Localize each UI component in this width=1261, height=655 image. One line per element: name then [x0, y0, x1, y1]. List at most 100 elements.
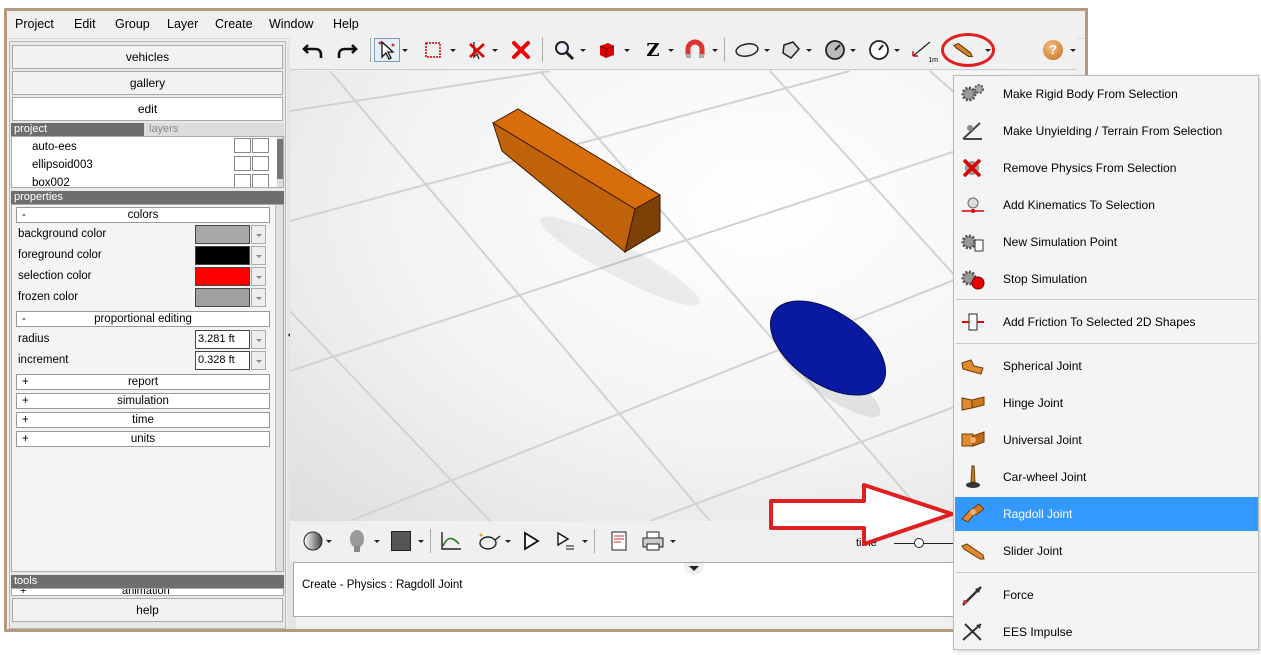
menu-project[interactable]: Project	[15, 17, 54, 31]
dropdown-button[interactable]	[251, 330, 266, 349]
chevron-down-icon[interactable]	[492, 49, 498, 52]
head-avatar-icon[interactable]	[344, 529, 370, 553]
scroll-thumb[interactable]	[277, 139, 283, 179]
rectangle-select-icon[interactable]	[420, 38, 446, 62]
colors-section-header[interactable]: colors -	[16, 207, 270, 223]
help-button[interactable]: help	[12, 598, 283, 622]
lock-checkbox[interactable]	[252, 138, 269, 153]
undo-icon[interactable]	[300, 38, 326, 62]
proportional-editing-header[interactable]: proportional editing -	[16, 311, 270, 327]
chevron-down-icon[interactable]	[582, 540, 588, 543]
color-square-icon[interactable]	[388, 529, 414, 553]
dropdown-button[interactable]	[251, 267, 266, 286]
redo-icon[interactable]	[334, 38, 360, 62]
chevron-down-icon[interactable]	[402, 49, 408, 52]
chevron-down-icon[interactable]	[668, 49, 674, 52]
menu-item-force[interactable]: Force	[955, 578, 1258, 612]
selection-color-swatch[interactable]	[195, 267, 250, 286]
menu-item-new-simulation-point[interactable]: New Simulation Point	[955, 225, 1258, 259]
chevron-down-icon[interactable]	[624, 49, 630, 52]
menu-item-ees-impulse[interactable]: EES Impulse	[955, 615, 1258, 649]
tab-edit[interactable]: edit	[12, 97, 283, 121]
tab-gallery[interactable]: gallery	[12, 71, 283, 95]
chevron-down-icon[interactable]	[418, 540, 424, 543]
units-section-header[interactable]: units +	[16, 431, 270, 447]
z-axis-button[interactable]: Z	[640, 38, 666, 62]
chevron-down-icon[interactable]	[670, 540, 676, 543]
lock-checkbox[interactable]	[252, 174, 269, 187]
foreground-color-swatch[interactable]	[195, 246, 250, 265]
menu-edit[interactable]: Edit	[74, 17, 96, 31]
dropdown-button[interactable]	[251, 225, 266, 244]
lock-checkbox[interactable]	[252, 156, 269, 171]
graph-icon[interactable]	[438, 529, 464, 553]
list-item[interactable]: box002	[32, 177, 70, 187]
visibility-checkbox[interactable]	[234, 156, 251, 171]
chevron-down-icon[interactable]	[326, 540, 332, 543]
menu-item-make-unyielding[interactable]: Make Unyielding / Terrain From Selection	[955, 114, 1258, 148]
document-icon[interactable]	[606, 529, 632, 553]
visibility-checkbox[interactable]	[234, 174, 251, 187]
help-icon[interactable]: ?	[1040, 38, 1066, 62]
teapot-icon[interactable]	[476, 529, 502, 553]
dropdown-button[interactable]	[251, 246, 266, 265]
menu-item-make-rigid-body[interactable]: Make Rigid Body From Selection	[955, 77, 1258, 111]
play-icon[interactable]	[518, 529, 544, 553]
menu-item-universal-joint[interactable]: Universal Joint	[955, 423, 1258, 457]
chevron-down-icon[interactable]	[580, 49, 586, 52]
polygon-icon[interactable]	[778, 38, 804, 62]
dial-icon[interactable]	[822, 38, 848, 62]
chevron-down-icon[interactable]	[1070, 49, 1076, 52]
ellipse-icon[interactable]	[734, 38, 760, 62]
menu-item-add-kinematics[interactable]: Add Kinematics To Selection	[955, 188, 1258, 222]
visibility-checkbox[interactable]	[234, 138, 251, 153]
chevron-down-icon[interactable]	[505, 540, 511, 543]
menu-item-remove-physics[interactable]: Remove Physics From Selection	[955, 151, 1258, 185]
menu-create[interactable]: Create	[215, 17, 253, 31]
menu-item-car-wheel-joint[interactable]: Car-wheel Joint	[955, 460, 1258, 494]
chevron-down-icon[interactable]	[450, 49, 456, 52]
chevron-down-icon[interactable]	[894, 49, 900, 52]
delete-icon[interactable]	[508, 38, 534, 62]
frozen-color-swatch[interactable]	[195, 288, 250, 307]
menu-item-spherical-joint[interactable]: Spherical Joint	[955, 349, 1258, 383]
list-item[interactable]: auto-ees	[32, 141, 77, 153]
zoom-icon[interactable]	[552, 38, 578, 62]
printer-icon[interactable]	[640, 529, 666, 553]
chevron-down-icon[interactable]	[684, 563, 704, 575]
chevron-down-icon[interactable]	[764, 49, 770, 52]
menu-window[interactable]: Window	[269, 17, 313, 31]
menu-item-slider-joint[interactable]: Slider Joint	[955, 534, 1258, 568]
layers-header[interactable]: layers	[144, 123, 284, 136]
chevron-down-icon[interactable]	[806, 49, 812, 52]
increment-input[interactable]: 0.328 ft	[195, 351, 250, 370]
background-color-swatch[interactable]	[195, 225, 250, 244]
radius-input[interactable]: 3.281 ft	[195, 330, 250, 349]
report-section-header[interactable]: report +	[16, 374, 270, 390]
dropdown-button[interactable]	[251, 351, 266, 370]
select-pointer-icon[interactable]	[374, 38, 400, 62]
menu-item-add-friction[interactable]: Add Friction To Selected 2D Shapes	[955, 305, 1258, 339]
chevron-down-icon[interactable]	[850, 49, 856, 52]
step-play-icon[interactable]	[552, 529, 578, 553]
menu-help[interactable]: Help	[333, 17, 359, 31]
measure-icon[interactable]: 1m	[910, 38, 938, 64]
menu-group[interactable]: Group	[115, 17, 150, 31]
cube-icon[interactable]	[594, 38, 620, 62]
simulation-section-header[interactable]: simulation +	[16, 393, 270, 409]
menu-item-stop-simulation[interactable]: Stop Simulation	[955, 262, 1258, 296]
gauge-icon[interactable]	[866, 38, 892, 62]
menu-item-ragdoll-joint[interactable]: Ragdoll Joint	[955, 497, 1258, 531]
deselect-icon[interactable]	[464, 38, 490, 62]
properties-scrollbar[interactable]	[275, 205, 283, 571]
list-item[interactable]: ellipsoid003	[32, 159, 93, 171]
dropdown-button[interactable]	[251, 288, 266, 307]
magnet-icon[interactable]	[682, 38, 708, 62]
tab-vehicles[interactable]: vehicles	[12, 45, 283, 69]
project-scrollbar[interactable]	[277, 137, 283, 187]
menu-layer[interactable]: Layer	[167, 17, 198, 31]
time-section-header[interactable]: time +	[16, 412, 270, 428]
project-header[interactable]: project	[11, 123, 144, 136]
menu-item-hinge-joint[interactable]: Hinge Joint	[955, 386, 1258, 420]
chevron-down-icon[interactable]	[374, 540, 380, 543]
